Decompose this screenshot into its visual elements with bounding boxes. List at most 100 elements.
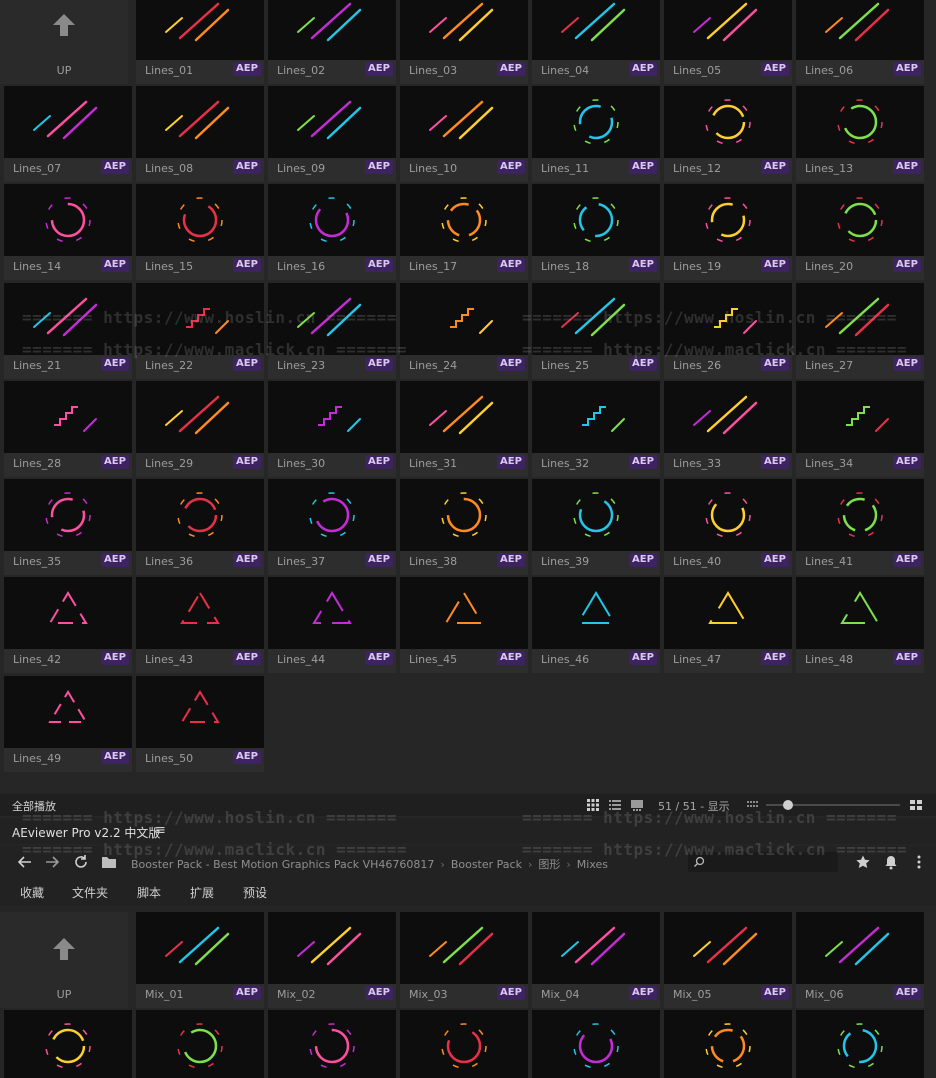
- asset-tile[interactable]: Lines_07 AEP: [4, 86, 132, 182]
- asset-tile[interactable]: Mix_02 AEP: [268, 912, 396, 1008]
- asset-tile[interactable]: Lines_47 AEP: [664, 577, 792, 673]
- motion-graphic-preview: [846, 406, 889, 432]
- asset-tile[interactable]: Lines_46 AEP: [532, 577, 660, 673]
- breadcrumb-item[interactable]: 图形: [538, 858, 560, 871]
- back-arrow-icon[interactable]: [17, 854, 33, 870]
- asset-name: Lines_38: [409, 555, 458, 568]
- asset-tile[interactable]: Lines_29 AEP: [136, 381, 264, 477]
- tab-favorites[interactable]: 收藏: [20, 884, 44, 901]
- asset-tile[interactable]: Lines_17 AEP: [400, 184, 528, 280]
- asset-tile[interactable]: Lines_41 AEP: [796, 479, 924, 575]
- asset-tile[interactable]: [4, 1010, 132, 1078]
- asset-tile[interactable]: Lines_23 AEP: [268, 283, 396, 379]
- grid-view-icon[interactable]: [585, 797, 601, 813]
- asset-tile[interactable]: Lines_21 AEP: [4, 283, 132, 379]
- asset-tile[interactable]: Lines_08 AEP: [136, 86, 264, 182]
- tab-extensions[interactable]: 扩展: [190, 884, 214, 901]
- asset-tile[interactable]: Lines_15 AEP: [136, 184, 264, 280]
- asset-tile[interactable]: Mix_03 AEP: [400, 912, 528, 1008]
- asset-tile[interactable]: [136, 1010, 264, 1078]
- asset-thumbnail: [532, 283, 660, 355]
- asset-tile[interactable]: Lines_14 AEP: [4, 184, 132, 280]
- motion-graphic-preview: [186, 308, 229, 334]
- asset-tile[interactable]: Lines_37 AEP: [268, 479, 396, 575]
- asset-tile[interactable]: Lines_20 AEP: [796, 184, 924, 280]
- asset-tile[interactable]: [664, 1010, 792, 1078]
- asset-tile[interactable]: Lines_48 AEP: [796, 577, 924, 673]
- more-options-icon[interactable]: [911, 854, 927, 870]
- asset-tile[interactable]: Lines_30 AEP: [268, 381, 396, 477]
- large-thumbs-icon[interactable]: [908, 797, 924, 813]
- bell-icon[interactable]: [883, 854, 899, 870]
- asset-tile[interactable]: Lines_16 AEP: [268, 184, 396, 280]
- asset-tile[interactable]: Lines_24 AEP: [400, 283, 528, 379]
- asset-tile[interactable]: Lines_03 AEP: [400, 0, 528, 84]
- asset-tile[interactable]: Lines_12 AEP: [664, 86, 792, 182]
- asset-tile[interactable]: [268, 1010, 396, 1078]
- motion-graphic-preview: [429, 100, 494, 140]
- preview-view-icon[interactable]: [629, 797, 645, 813]
- asset-tile[interactable]: Lines_34 AEP: [796, 381, 924, 477]
- asset-tile[interactable]: Lines_49 AEP: [4, 676, 132, 772]
- asset-tile[interactable]: Mix_01 AEP: [136, 912, 264, 1008]
- asset-tile[interactable]: Lines_04 AEP: [532, 0, 660, 84]
- motion-graphic-preview: [45, 1023, 91, 1069]
- asset-tile[interactable]: Lines_32 AEP: [532, 381, 660, 477]
- asset-tile[interactable]: Lines_42 AEP: [4, 577, 132, 673]
- asset-tile[interactable]: Lines_31 AEP: [400, 381, 528, 477]
- tab-folders[interactable]: 文件夹: [72, 884, 108, 901]
- asset-tile[interactable]: [532, 1010, 660, 1078]
- small-thumbs-icon[interactable]: [745, 797, 761, 813]
- breadcrumb-item[interactable]: Booster Pack: [451, 858, 522, 871]
- up-folder-tile[interactable]: UP: [0, 0, 128, 84]
- list-view-icon[interactable]: [607, 797, 623, 813]
- asset-tile[interactable]: [400, 1010, 528, 1078]
- asset-tile[interactable]: Lines_01 AEP: [136, 0, 264, 84]
- asset-thumbnail: [400, 1010, 528, 1078]
- asset-tile[interactable]: Mix_06 AEP: [796, 912, 924, 1008]
- asset-tile[interactable]: Lines_33 AEP: [664, 381, 792, 477]
- asset-tile[interactable]: Mix_05 AEP: [664, 912, 792, 1008]
- tab-presets[interactable]: 预设: [243, 884, 267, 901]
- asset-tile[interactable]: Lines_27 AEP: [796, 283, 924, 379]
- asset-tile[interactable]: Lines_45 AEP: [400, 577, 528, 673]
- tab-scripts[interactable]: 脚本: [137, 884, 161, 901]
- star-icon[interactable]: [855, 854, 871, 870]
- asset-tile[interactable]: Lines_09 AEP: [268, 86, 396, 182]
- asset-tile[interactable]: Lines_05 AEP: [664, 0, 792, 84]
- breadcrumb-item[interactable]: Mixes: [577, 858, 608, 871]
- asset-tile[interactable]: Lines_11 AEP: [532, 86, 660, 182]
- asset-tile[interactable]: Lines_50 AEP: [136, 676, 264, 772]
- asset-tile[interactable]: Lines_13 AEP: [796, 86, 924, 182]
- hamburger-menu-icon[interactable]: ≡: [155, 823, 166, 838]
- folder-icon[interactable]: [101, 854, 117, 870]
- forward-arrow-icon[interactable]: [44, 854, 60, 870]
- asset-tile[interactable]: Lines_36 AEP: [136, 479, 264, 575]
- zoom-slider-handle[interactable]: [783, 800, 793, 810]
- motion-graphic-preview: [840, 591, 880, 624]
- aep-badge: AEP: [893, 986, 921, 1000]
- search-input[interactable]: [708, 854, 832, 870]
- asset-tile[interactable]: Lines_22 AEP: [136, 283, 264, 379]
- asset-tile[interactable]: Mix_04 AEP: [532, 912, 660, 1008]
- asset-tile[interactable]: Lines_35 AEP: [4, 479, 132, 575]
- asset-tile[interactable]: Lines_44 AEP: [268, 577, 396, 673]
- breadcrumb-item[interactable]: Booster Pack - Best Motion Graphics Pack…: [131, 858, 434, 871]
- asset-tile[interactable]: Lines_43 AEP: [136, 577, 264, 673]
- asset-tile[interactable]: Lines_39 AEP: [532, 479, 660, 575]
- asset-tile[interactable]: Lines_18 AEP: [532, 184, 660, 280]
- up-folder-tile[interactable]: UP: [0, 912, 128, 1008]
- asset-tile[interactable]: Lines_25 AEP: [532, 283, 660, 379]
- asset-tile[interactable]: Lines_28 AEP: [4, 381, 132, 477]
- asset-tile[interactable]: Lines_06 AEP: [796, 0, 924, 84]
- asset-tile[interactable]: Lines_40 AEP: [664, 479, 792, 575]
- play-all-button[interactable]: 全部播放: [12, 798, 56, 814]
- asset-tile[interactable]: Lines_26 AEP: [664, 283, 792, 379]
- asset-tile[interactable]: Lines_19 AEP: [664, 184, 792, 280]
- refresh-icon[interactable]: [73, 854, 89, 870]
- asset-tile[interactable]: Lines_38 AEP: [400, 479, 528, 575]
- asset-tile[interactable]: Lines_02 AEP: [268, 0, 396, 84]
- asset-tile[interactable]: [796, 1010, 924, 1078]
- asset-tile[interactable]: Lines_10 AEP: [400, 86, 528, 182]
- search-box[interactable]: [688, 852, 838, 872]
